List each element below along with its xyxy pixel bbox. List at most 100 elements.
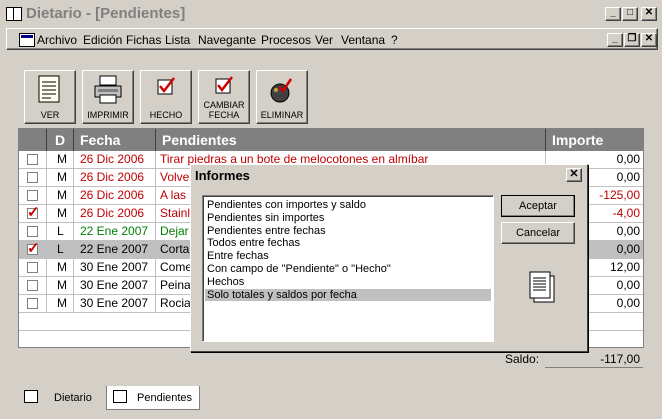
d-cell: L	[47, 223, 74, 241]
menu-navegante[interactable]: Navegante	[198, 33, 256, 47]
fecha-cell: 26 Dic 2006	[74, 205, 156, 223]
report-pages-icon	[529, 271, 555, 303]
check-box-icon	[215, 76, 233, 94]
fecha-cell: 30 Ene 2007	[74, 277, 156, 295]
report-option[interactable]: Hechos	[205, 276, 491, 289]
tab-pendientes[interactable]: Pendientes	[106, 386, 200, 410]
done-checkbox[interactable]	[27, 205, 40, 221]
title-bar: Dietario - [Pendientes] _ □ ✕	[0, 0, 662, 28]
done-checkbox[interactable]	[27, 172, 38, 183]
done-checkbox[interactable]	[27, 298, 38, 309]
d-cell: M	[47, 259, 74, 277]
check-cell[interactable]	[19, 223, 47, 241]
done-checkbox[interactable]	[27, 154, 38, 165]
d-cell: M	[47, 295, 74, 313]
d-cell: M	[47, 151, 74, 169]
app-book-icon[interactable]	[6, 7, 22, 21]
maximize-button[interactable]: □	[622, 7, 638, 21]
menu-lista[interactable]: Lista	[165, 33, 190, 47]
cambiar-label: CAMBIAR	[203, 100, 245, 110]
dialog-close-button[interactable]: ✕	[566, 168, 582, 182]
toolbar: VER IMPRIMIR HECHO CAMBIAR FECHA ELIMINA…	[14, 56, 662, 128]
child-restore-button[interactable]: ❐	[624, 33, 640, 47]
menu-help[interactable]: ?	[391, 33, 398, 47]
done-checkbox[interactable]	[27, 262, 38, 273]
fecha-cell: 30 Ene 2007	[74, 295, 156, 313]
check-cell[interactable]	[19, 187, 47, 205]
header-importe[interactable]: Importe	[546, 129, 643, 151]
menu-procesos[interactable]: Procesos	[261, 33, 311, 47]
d-cell: L	[47, 241, 74, 259]
report-option[interactable]: Entre fechas	[205, 250, 491, 263]
ver-button[interactable]: VER	[24, 70, 76, 124]
done-checkbox[interactable]	[27, 280, 38, 291]
tab-dietario-label: Dietario	[54, 392, 92, 404]
imprimir-label: IMPRIMIR	[87, 110, 129, 120]
close-button[interactable]: ✕	[641, 7, 657, 21]
ver-label: VER	[40, 110, 60, 120]
page-view-icon	[38, 75, 60, 103]
menu-ventana[interactable]: Ventana	[341, 33, 385, 47]
report-option[interactable]: Con campo de "Pendiente" o "Hecho"	[205, 263, 491, 276]
check-cell[interactable]	[19, 295, 47, 313]
fecha-cell: 26 Dic 2006	[74, 169, 156, 187]
dialog-title: Informes	[195, 168, 250, 183]
check-box-icon	[157, 77, 175, 95]
menu-bar: Archivo Edición Fichas Lista Navegante P…	[6, 28, 658, 50]
child-close-button[interactable]: ✕	[641, 33, 657, 47]
aceptar-button[interactable]: Aceptar	[501, 195, 575, 217]
report-option[interactable]: Pendientes entre fechas	[205, 225, 491, 238]
hecho-button[interactable]: HECHO	[140, 70, 192, 124]
saldo-label: Saldo:	[505, 352, 540, 366]
report-option[interactable]: Pendientes sin importes	[205, 212, 491, 225]
fecha-label: FECHA	[208, 110, 240, 120]
list-window-icon	[113, 390, 127, 403]
report-list[interactable]: Pendientes con importes y saldo Pendiente…	[202, 195, 494, 342]
menu-ver[interactable]: Ver	[315, 33, 333, 47]
informes-dialog: Informes ✕ Pendientes con importes y sal…	[190, 164, 588, 352]
menu-fichas[interactable]: Fichas	[126, 33, 161, 47]
report-option[interactable]: Solo totales y saldos por fecha	[205, 288, 491, 302]
check-cell[interactable]	[19, 277, 47, 295]
imprimir-button[interactable]: IMPRIMIR	[82, 70, 134, 124]
d-cell: M	[47, 169, 74, 187]
eliminar-button[interactable]: ELIMINAR	[256, 70, 308, 124]
d-cell: M	[47, 205, 74, 223]
fecha-cell: 22 Ene 2007	[74, 223, 156, 241]
check-cell[interactable]	[19, 205, 47, 223]
done-checkbox[interactable]	[27, 241, 40, 257]
child-minimize-button[interactable]: _	[607, 33, 623, 47]
done-checkbox[interactable]	[27, 226, 38, 237]
hecho-label: HECHO	[149, 110, 183, 120]
fecha-cell: 26 Dic 2006	[74, 151, 156, 169]
fecha-cell: 22 Ene 2007	[74, 241, 156, 259]
header-pendientes[interactable]: Pendientes	[156, 129, 546, 151]
menu-edicion[interactable]: Edición	[83, 33, 122, 47]
d-cell: M	[47, 277, 74, 295]
delete-bomb-icon	[270, 78, 293, 103]
check-cell[interactable]	[19, 151, 47, 169]
tab-dietario[interactable]: Dietario	[14, 386, 106, 410]
done-checkbox[interactable]	[27, 190, 38, 201]
header-check[interactable]	[19, 129, 47, 151]
window-title: Dietario - [Pendientes]	[26, 5, 186, 22]
cambiar-fecha-button[interactable]: CAMBIAR FECHA	[198, 70, 250, 124]
printer-icon	[94, 75, 122, 104]
report-option[interactable]: Pendientes con importes y saldo	[205, 199, 491, 212]
tab-pendientes-label: Pendientes	[137, 392, 193, 404]
header-d[interactable]: D	[47, 129, 74, 151]
check-cell[interactable]	[19, 259, 47, 277]
saldo-value: -117,00	[545, 350, 643, 368]
minimize-button[interactable]: _	[605, 7, 621, 21]
notebook-icon	[24, 390, 38, 403]
header-fecha[interactable]: Fecha	[74, 129, 156, 151]
report-option[interactable]: Todos entre fechas	[205, 237, 491, 250]
fecha-cell: 30 Ene 2007	[74, 259, 156, 277]
check-cell[interactable]	[19, 169, 47, 187]
cancelar-button[interactable]: Cancelar	[501, 222, 575, 244]
document-icon[interactable]	[19, 33, 35, 47]
eliminar-label: ELIMINAR	[260, 110, 304, 120]
menu-archivo[interactable]: Archivo	[37, 33, 77, 47]
d-cell: M	[47, 187, 74, 205]
check-cell[interactable]	[19, 241, 47, 259]
